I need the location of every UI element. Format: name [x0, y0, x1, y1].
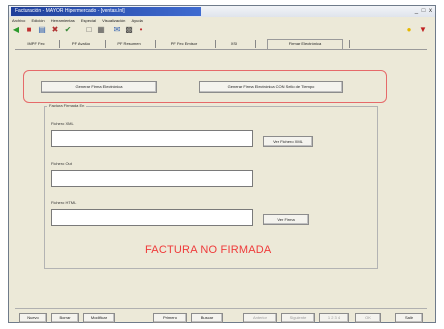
- next-button[interactable]: Siguiente: [281, 313, 315, 323]
- new-button[interactable]: Nuevo: [19, 313, 47, 323]
- menu-bar: Archivo Edición Herramientas Especial Vi…: [9, 17, 435, 24]
- generate-signature-timestamp-button[interactable]: Generar Firma Electrónica CON Sello de T…: [199, 81, 343, 93]
- xml-file-input[interactable]: [51, 130, 253, 147]
- search-button[interactable]: Buscar: [191, 313, 223, 323]
- signature-status-text: FACTURA NO FIRMADA: [145, 244, 272, 256]
- menu-herramientas[interactable]: Herramientas: [51, 18, 75, 23]
- marker-icon[interactable]: •: [137, 26, 145, 34]
- tab-pf-resumen[interactable]: PF Resumen: [109, 40, 149, 48]
- application-window: Facturación - MAYOR Hipermercado - [vent…: [8, 5, 436, 323]
- tab-pf-fec-emisor[interactable]: PF Fec Emisor: [159, 40, 209, 48]
- group-title: Factura Firmada En: [47, 103, 87, 109]
- out-file-label: Fichero Out: [51, 161, 72, 166]
- bottom-divider: [15, 308, 427, 309]
- toolbar: ◀ ■ ▤ ✖ ✔ □ ▦ ✉ ▩ • ● ▼: [9, 24, 435, 36]
- tab-impf-fec[interactable]: IMPF Fec: [19, 40, 53, 48]
- tab-separator: [255, 40, 256, 48]
- menu-ayuda[interactable]: Ayuda: [132, 18, 143, 23]
- delete-button[interactable]: Borrar: [51, 313, 79, 323]
- out-file-input[interactable]: [51, 170, 253, 187]
- page-buttons[interactable]: 1 2 3 4: [319, 313, 349, 323]
- doc-icon[interactable]: □: [85, 26, 93, 34]
- html-file-input[interactable]: [51, 209, 253, 226]
- title-bar: Facturación - MAYOR Hipermercado - [vent…: [9, 6, 435, 17]
- view-xml-button[interactable]: Ver Fichero XML: [263, 136, 313, 147]
- tab-separator: [155, 40, 156, 48]
- menu-archivo[interactable]: Archivo: [12, 18, 25, 23]
- grid-icon[interactable]: ▩: [125, 26, 133, 34]
- tab-separator: [105, 40, 106, 48]
- menu-visualizacion[interactable]: Visualización: [102, 18, 125, 23]
- window-title: Facturación - MAYOR Hipermercado - [vent…: [15, 8, 125, 14]
- tab-firmar-electronica[interactable]: Firmar Electrónica: [267, 39, 343, 49]
- title-block: Facturación - MAYOR Hipermercado - [vent…: [11, 7, 201, 16]
- calc-icon[interactable]: ▦: [97, 26, 105, 34]
- previous-button[interactable]: Anterior: [243, 313, 277, 323]
- html-file-label: Fichero HTML: [51, 200, 77, 205]
- window-controls[interactable]: _ □ x: [415, 7, 433, 16]
- print-icon[interactable]: ▤: [38, 26, 46, 34]
- pin-icon[interactable]: ▼: [419, 26, 427, 34]
- tab-pf-avaluo[interactable]: PF Avalúo: [63, 40, 99, 48]
- check-icon[interactable]: ✔: [64, 26, 72, 34]
- generate-signature-button[interactable]: Generar Firma Electrónica: [41, 81, 157, 93]
- menu-especial[interactable]: Especial: [81, 18, 96, 23]
- exit-button[interactable]: Salir: [395, 313, 423, 323]
- ok-button[interactable]: OK: [355, 313, 381, 323]
- xml-file-label: Fichero XML: [51, 121, 74, 126]
- tab-separator: [59, 40, 60, 48]
- tab-xsi[interactable]: XSI: [219, 40, 249, 48]
- modify-button[interactable]: Modificar: [83, 313, 115, 323]
- delete-icon[interactable]: ✖: [51, 26, 59, 34]
- back-icon[interactable]: ◀: [12, 26, 20, 34]
- tab-strip: IMPF Fec PF Avalúo PF Resumen PF Fec Emi…: [15, 39, 427, 50]
- tab-separator: [215, 40, 216, 48]
- tab-separator: [349, 40, 350, 48]
- view-signature-button[interactable]: Ver Firma: [263, 214, 309, 225]
- menu-edicion[interactable]: Edición: [31, 18, 44, 23]
- light-bulb-icon[interactable]: ●: [405, 26, 413, 34]
- stop-icon[interactable]: ■: [25, 26, 33, 34]
- first-button[interactable]: Primero: [153, 313, 187, 323]
- mail-icon[interactable]: ✉: [113, 26, 121, 34]
